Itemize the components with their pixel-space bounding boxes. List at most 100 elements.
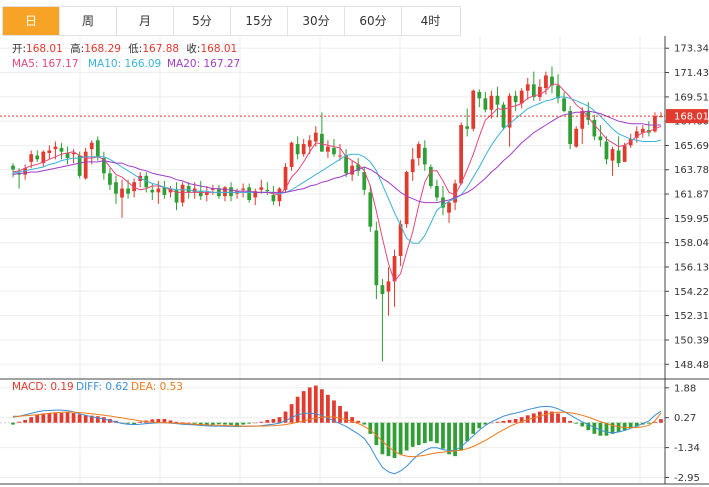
- candle-body: [198, 191, 203, 197]
- candle: [519, 88, 524, 109]
- candle-body: [422, 147, 427, 165]
- macd-bar: [77, 414, 82, 423]
- candle: [447, 201, 451, 223]
- candle-body: [495, 95, 500, 105]
- macd-bar: [386, 422, 391, 457]
- candle: [229, 182, 233, 202]
- candle-body: [471, 90, 476, 129]
- candle-body: [289, 142, 294, 167]
- candle-body: [71, 152, 76, 155]
- candle: [640, 124, 645, 138]
- candle-body: [301, 144, 306, 155]
- macd-bar: [604, 422, 609, 436]
- candle-body: [350, 165, 355, 175]
- price-tick-label: 152.31: [674, 311, 709, 322]
- candle-body: [108, 173, 112, 185]
- macd-bar: [186, 422, 191, 424]
- candle-body: [616, 150, 621, 164]
- chart-canvas: 开:168.01 高:168.29 低:167.88 收:168.01 MA5:…: [0, 36, 709, 485]
- macd-bar: [622, 422, 627, 431]
- macd-bar: [53, 413, 58, 423]
- candles: [11, 66, 663, 362]
- candle: [41, 150, 46, 167]
- macd-bar: [507, 419, 512, 423]
- candle: [568, 105, 573, 150]
- macd-bar: [398, 422, 403, 455]
- candle: [610, 146, 615, 176]
- macd-bar: [447, 422, 451, 455]
- candle-body: [35, 155, 40, 160]
- macd-bar: [338, 406, 342, 423]
- macd-bar: [223, 422, 227, 425]
- candle: [356, 158, 361, 176]
- candle: [319, 112, 324, 152]
- macd-bar: [435, 422, 439, 444]
- macd-bar: [495, 421, 500, 423]
- candle: [465, 108, 470, 137]
- candle: [162, 180, 167, 199]
- legend-ma10: MA10: 166.09: [88, 58, 161, 70]
- candle-body: [368, 192, 373, 227]
- macd-bar: [210, 422, 215, 425]
- macd-bar: [65, 412, 70, 423]
- candle-body: [229, 187, 233, 197]
- price-tick-label: 171.43: [674, 68, 709, 79]
- price-tick-label: 150.39: [674, 335, 709, 346]
- macd-bar: [235, 422, 239, 426]
- macd-bar: [568, 420, 573, 423]
- macd-bar: [332, 400, 336, 423]
- candle-body: [465, 126, 470, 129]
- macd-bar: [410, 422, 415, 447]
- candle-body: [556, 85, 560, 99]
- candle: [404, 170, 409, 228]
- macd-bar: [544, 410, 548, 423]
- macd-bar: [556, 413, 560, 423]
- candle: [253, 188, 258, 206]
- candle-body: [592, 119, 597, 137]
- candle-body: [95, 140, 100, 157]
- price-tick-label: 173.34: [674, 44, 709, 55]
- candle-body: [513, 95, 518, 103]
- candle-body: [29, 154, 34, 162]
- candle-body: [59, 147, 64, 152]
- macd-bar: [271, 419, 276, 423]
- candle: [301, 138, 306, 157]
- candle-body: [519, 90, 524, 104]
- price-tick-label: 154.22: [674, 287, 709, 298]
- candle-body: [525, 84, 530, 91]
- macd-bar: [404, 422, 409, 451]
- axis-lines: [0, 36, 709, 485]
- candle: [598, 124, 603, 147]
- macd-bar: [537, 411, 542, 423]
- candle-body: [386, 281, 391, 292]
- candle: [537, 79, 542, 101]
- candle: [350, 160, 355, 181]
- price-tick-label: 158.04: [674, 238, 709, 249]
- macd-bar: [259, 421, 264, 423]
- macd-bar: [501, 420, 506, 423]
- candle: [174, 182, 179, 211]
- candle-body: [544, 75, 548, 89]
- macd-bar: [180, 422, 185, 423]
- macd-bar: [41, 413, 46, 423]
- macd-tick-label: -2.95: [674, 473, 700, 484]
- macd-bar: [477, 422, 482, 429]
- candle-body: [610, 149, 615, 161]
- candle: [108, 168, 112, 190]
- macd-bar: [247, 422, 252, 424]
- price-tick-label: 165.69: [674, 141, 709, 152]
- candle-body: [241, 188, 246, 190]
- macd-bar: [71, 413, 76, 423]
- candle-body: [489, 95, 494, 110]
- macd-bar: [441, 422, 445, 449]
- candle-body: [332, 147, 336, 155]
- candle: [23, 164, 28, 180]
- candle: [513, 90, 518, 112]
- candle: [428, 164, 433, 189]
- candle-body: [326, 146, 330, 152]
- candle-body: [186, 186, 191, 193]
- macd-bar: [265, 419, 270, 423]
- last-price-label: 168.01: [674, 112, 709, 123]
- candle-body: [604, 141, 609, 160]
- candle: [247, 183, 252, 203]
